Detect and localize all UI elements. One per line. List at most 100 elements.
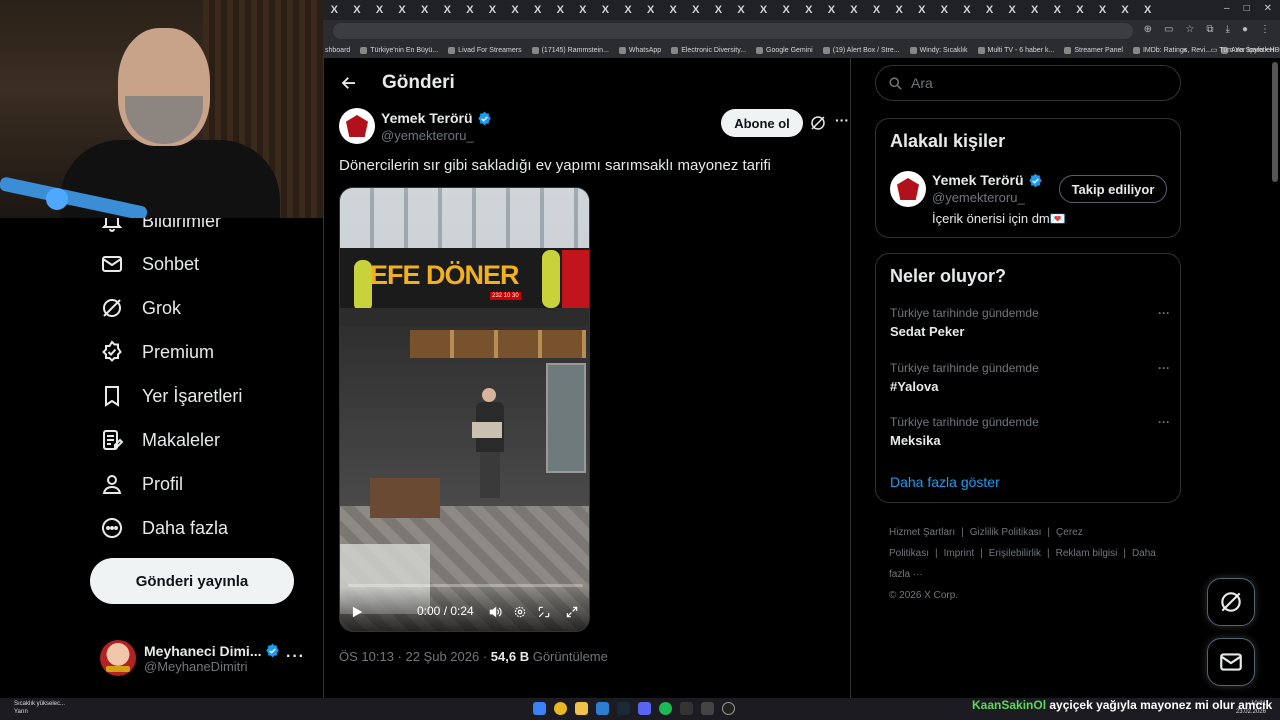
footer-link[interactable]: Hizmet Şartları — [889, 527, 955, 538]
browser-tab[interactable]: X — [1069, 4, 1092, 16]
footer-link[interactable]: Reklam bilgisi — [1056, 548, 1118, 559]
browser-tab[interactable]: X — [685, 4, 708, 16]
account-more-button[interactable]: ··· — [286, 648, 305, 666]
post-button[interactable]: Gönderi yayınla — [90, 558, 294, 604]
epic-icon[interactable] — [680, 702, 693, 715]
chrome-icon[interactable] — [554, 702, 567, 715]
browser-tab[interactable]: X — [888, 4, 911, 16]
browser-tab[interactable]: X — [978, 4, 1001, 16]
sidebar-item-grok[interactable]: Grok — [90, 286, 320, 330]
bookmark-item[interactable]: Multi TV - 6 haber k... — [977, 46, 1054, 54]
related-name[interactable]: Yemek Terörü — [932, 172, 1024, 188]
browser-tab[interactable]: X — [797, 4, 820, 16]
browser-tab[interactable]: X — [775, 4, 798, 16]
play-icon[interactable] — [350, 605, 364, 619]
sidebar-item-profile[interactable]: Profil — [90, 462, 320, 506]
weather-widget[interactable]: Sıcaklık yükselec... Yarın — [14, 700, 65, 716]
page-scrollbar[interactable] — [1272, 62, 1278, 182]
browser-tab[interactable]: X — [594, 4, 617, 16]
fullscreen-icon[interactable] — [565, 605, 579, 619]
browser-tab[interactable]: X — [413, 4, 436, 16]
browser-tab[interactable]: X — [504, 4, 527, 16]
search-input[interactable]: Ara — [875, 65, 1181, 101]
grok-icon[interactable] — [809, 114, 827, 132]
bookmark-item[interactable]: Livad For Streamers — [448, 46, 522, 54]
browser-tab[interactable]: X — [1091, 4, 1114, 16]
browser-tab[interactable]: X — [752, 4, 775, 16]
steam-icon[interactable] — [617, 702, 630, 715]
author-name-row[interactable]: Yemek Terörü — [381, 110, 492, 126]
sidebar-item-chat[interactable]: Sohbet — [90, 242, 320, 286]
video-progress-bar[interactable] — [348, 584, 583, 587]
file-explorer-icon[interactable] — [575, 702, 588, 715]
sidebar-item-premium[interactable]: Premium — [90, 330, 320, 374]
account-switcher[interactable]: Meyhaneci Dimi... @MeyhaneDimitri ··· — [100, 638, 315, 678]
bookmark-item[interactable]: WhatsApp — [618, 46, 661, 54]
browser-tab[interactable]: X — [549, 4, 572, 16]
browser-tab[interactable]: X — [1001, 4, 1024, 16]
extensions-icon[interactable]: ⧉ — [1206, 24, 1213, 35]
tweet-more-button[interactable]: ··· — [835, 112, 849, 128]
footer-link[interactable]: Imprint — [944, 548, 975, 559]
star-icon[interactable]: ☆ — [1185, 24, 1194, 35]
settings-gear-icon[interactable] — [513, 605, 527, 619]
picture-in-picture-icon[interactable] — [537, 605, 551, 619]
bookmark-item[interactable]: Türkiye'nin En Büyü... — [360, 46, 438, 54]
tweet-video[interactable]: EFE DÖNER 232 10 30 0:00 / 0:24 — [339, 187, 590, 632]
cast-icon[interactable]: ▭ — [1164, 24, 1173, 35]
install-icon[interactable]: ⊕ — [1144, 24, 1152, 35]
all-bookmarks[interactable]: » ▭ Tüm Yer İşaretleri — [1183, 46, 1274, 54]
discord-icon[interactable] — [638, 702, 651, 715]
trend-more-button[interactable]: ··· — [1158, 306, 1170, 320]
avatar[interactable] — [890, 171, 926, 207]
app-icon[interactable] — [701, 702, 714, 715]
trend-item[interactable]: Türkiye tarihinde gündemde Meksika ··· — [890, 415, 1170, 455]
obs-icon[interactable] — [722, 702, 735, 715]
author-avatar[interactable] — [339, 108, 375, 144]
profile-icon[interactable]: ● — [1242, 24, 1248, 35]
author-name[interactable]: Yemek Terörü — [381, 110, 473, 126]
browser-tab[interactable]: X — [639, 4, 662, 16]
browser-tab[interactable]: X — [346, 4, 369, 16]
trend-more-button[interactable]: ··· — [1158, 415, 1170, 429]
close-window-button[interactable]: ✕ — [1264, 3, 1272, 14]
trend-more-button[interactable]: ··· — [1158, 361, 1170, 375]
bookmark-item[interactable]: (17145) Rammstein... — [531, 46, 609, 54]
sidebar-item-bookmarks[interactable]: Yer İşaretleri — [90, 374, 320, 418]
browser-tab[interactable]: X — [391, 4, 414, 16]
start-icon[interactable] — [533, 702, 546, 715]
sidebar-item-articles[interactable]: Makaleler — [90, 418, 320, 462]
grok-fab-button[interactable] — [1207, 578, 1255, 626]
footer-link[interactable]: Gizlilik Politikası — [970, 527, 1042, 538]
bookmark-item[interactable]: (19) Alert Box / Stre... — [822, 46, 900, 54]
browser-tab[interactable]: X — [730, 4, 753, 16]
minimize-button[interactable]: – — [1224, 3, 1230, 14]
spotify-icon[interactable] — [659, 702, 672, 715]
subscribe-button[interactable]: Abone ol — [721, 109, 803, 137]
browser-tab[interactable]: X — [956, 4, 979, 16]
related-handle[interactable]: @yemekteroru_ — [932, 190, 1025, 205]
bookmark-item[interactable]: Windy: Sıcaklık — [909, 46, 968, 54]
volume-icon[interactable] — [488, 605, 502, 619]
bookmark-item[interactable]: Streamer Panel — [1064, 46, 1123, 54]
app-icon[interactable] — [596, 702, 609, 715]
sidebar-item-more[interactable]: Daha fazla — [90, 506, 320, 550]
bookmark-item[interactable]: Google Gemini — [756, 46, 813, 54]
browser-tab[interactable]: X — [617, 4, 640, 16]
all-bookmarks-label[interactable]: Tüm Yer İşaretleri — [1219, 47, 1274, 54]
related-name-row[interactable]: Yemek Terörü — [932, 172, 1043, 188]
downloads-icon[interactable]: ⤓ — [1226, 24, 1230, 35]
browser-tab[interactable]: X — [1023, 4, 1046, 16]
address-field[interactable] — [333, 23, 1133, 39]
browser-tab[interactable]: X — [933, 4, 956, 16]
browser-tab[interactable]: X — [526, 4, 549, 16]
trend-item[interactable]: Türkiye tarihinde gündemde #Yalova ··· — [890, 361, 1170, 401]
following-button[interactable]: Takip ediliyor — [1059, 175, 1167, 203]
browser-tab[interactable]: X — [572, 4, 595, 16]
browser-tab[interactable]: X — [1114, 4, 1137, 16]
bookmarks-overflow[interactable]: » — [1183, 47, 1187, 54]
show-more-link[interactable]: Daha fazla göster — [890, 474, 1000, 490]
maximize-button[interactable]: □ — [1244, 3, 1250, 14]
footer-link[interactable]: Erişilebilirlik — [989, 548, 1041, 559]
browser-tab[interactable]: X — [707, 4, 730, 16]
